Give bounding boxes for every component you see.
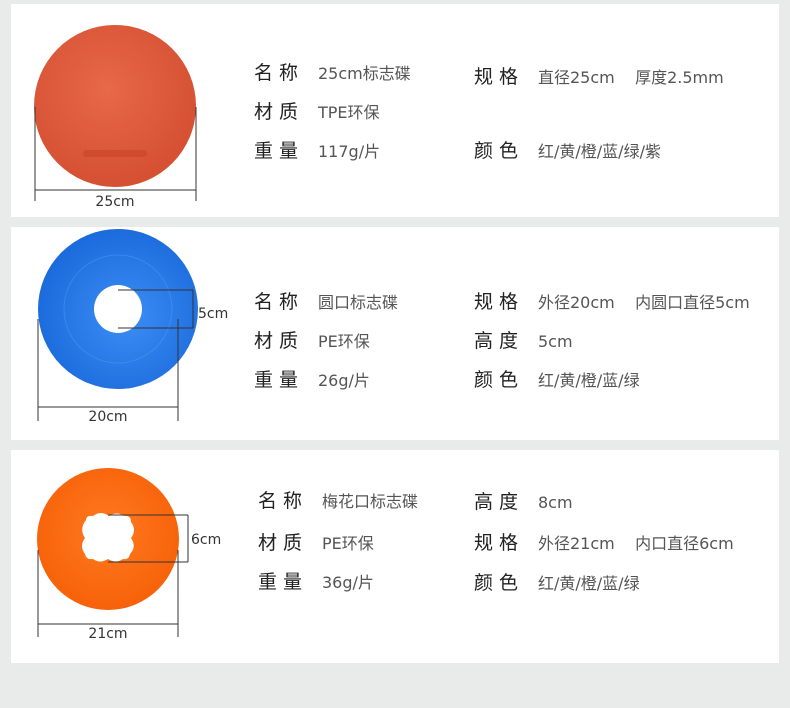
spec-colors: 颜色 红/黄/橙/蓝/绿/紫 — [474, 140, 661, 162]
product-image: 6cm 21cm — [11, 450, 241, 663]
spec-weight: 重量 36g/片 — [258, 571, 374, 593]
dimension-label: 25cm — [95, 194, 134, 210]
spec-name: 名称 梅花口标志碟 — [258, 490, 419, 512]
disc-illustration: 6cm 21cm — [37, 468, 221, 642]
dimension-label: 21cm — [88, 626, 127, 642]
inner-dimension-label: 6cm — [191, 532, 221, 548]
spec-material: 材质 TPE环保 — [254, 101, 380, 123]
spec-height: 高度 5cm — [474, 330, 573, 352]
spec-weight: 重量 26g/片 — [254, 369, 370, 391]
spec-colors: 颜色 红/黄/橙/蓝/绿 — [474, 572, 640, 594]
spec-name: 名称 圆口标志碟 — [254, 291, 399, 313]
inner-dimension-label: 5cm — [198, 306, 228, 322]
spec-material: 材质 PE环保 — [254, 330, 370, 352]
round-center-hole — [94, 285, 142, 333]
spec-material: 材质 PE环保 — [258, 532, 374, 554]
disc-illustration: 5cm 20cm — [37, 229, 228, 425]
spec-size: 规格 外径21cm 内口直径6cm — [474, 532, 734, 554]
spec-weight: 重量 117g/片 — [254, 140, 381, 162]
dimension-label: 20cm — [88, 409, 127, 425]
product-card-round-hole-disc: 5cm 20cm 名称 圆口标志碟 规格 外径20cm 内圆口直径5cm 材质 … — [11, 227, 779, 440]
spec-size: 规格 直径25cm 厚度2.5mm — [474, 66, 724, 88]
spec-colors: 颜色 红/黄/橙/蓝/绿 — [474, 369, 640, 391]
disc-embossing — [83, 150, 147, 157]
spec-name: 名称 25cm标志碟 — [254, 62, 411, 84]
product-image: 5cm 20cm — [11, 227, 241, 440]
plum-blossom-center-hole — [82, 513, 134, 562]
spec-size: 规格 外径20cm 内圆口直径5cm — [474, 291, 750, 313]
product-image: 25cm — [11, 4, 241, 217]
product-card-25cm-disc: 25cm 名称 25cm标志碟 规格 直径25cm 厚度2.5mm 材质 TPE… — [11, 4, 779, 217]
product-card-plum-hole-disc: 6cm 21cm 名称 梅花口标志碟 高度 8cm 材质 PE环保 规格 外径2… — [11, 450, 779, 663]
spec-height: 高度 8cm — [474, 491, 573, 513]
orange-red-disc — [34, 25, 196, 187]
disc-illustration: 25cm — [34, 25, 197, 210]
